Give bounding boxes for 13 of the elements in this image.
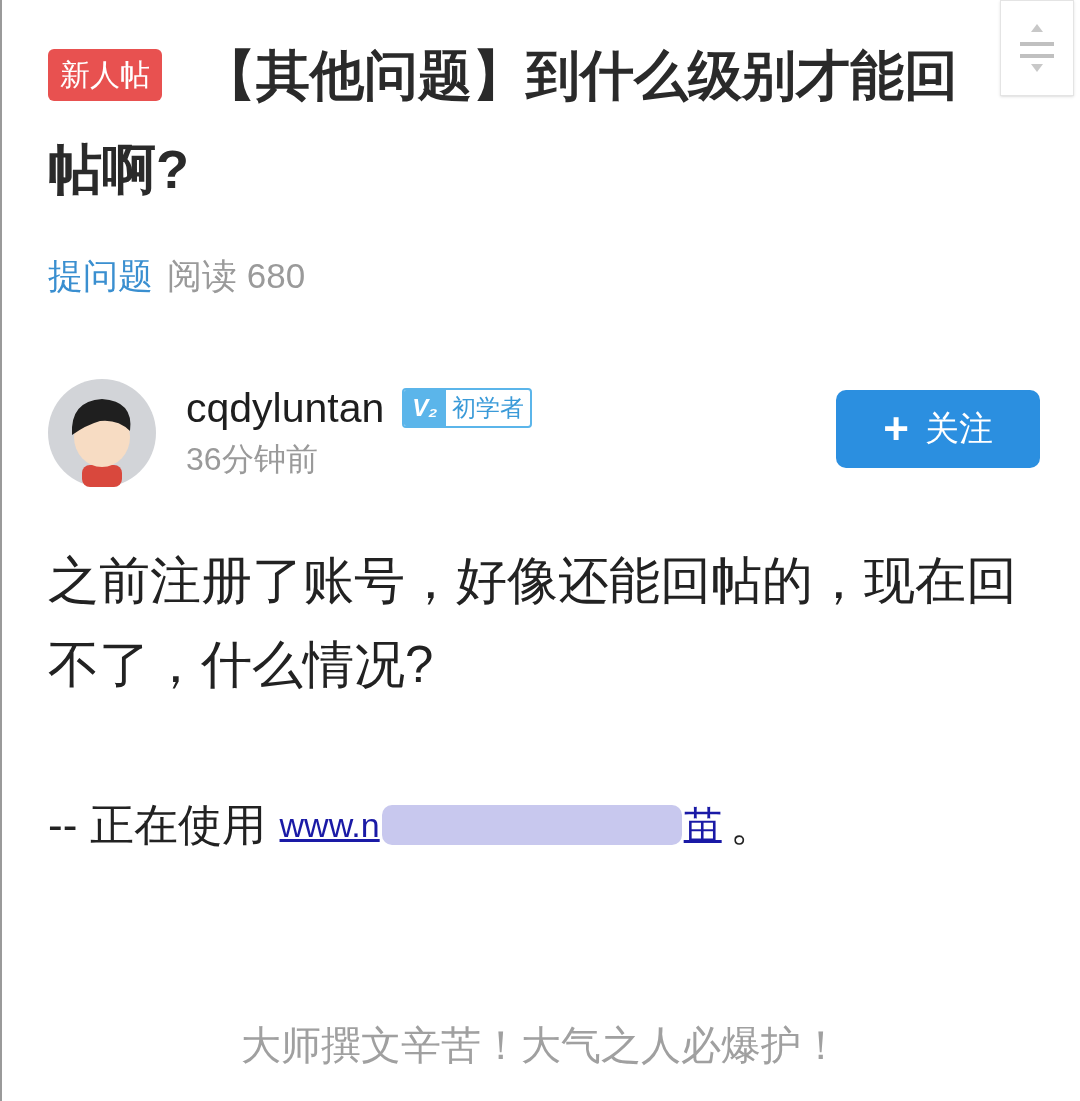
footer-message: 大师撰文辛苦！大气之人必爆护！ — [240, 1022, 842, 1069]
scroll-control[interactable] — [1000, 0, 1074, 96]
post-title: 帖啊? — [48, 138, 190, 201]
username[interactable]: cqdyluntan — [186, 381, 385, 434]
signature-text: -- 正在使用 — [48, 798, 266, 851]
new-post-badge: 新人帖 — [48, 49, 162, 101]
level-badge: V₂ 初学者 — [402, 387, 532, 428]
post-body: 之前注册了账号，好像还能回帖的，现在回不了，什么情况? — [48, 550, 1018, 695]
post-time: 36分钟前 — [186, 439, 319, 479]
signature-link[interactable]: www.n 苗 — [279, 782, 722, 867]
post-title: 【其他问题】到什么级别才能回 — [202, 44, 958, 107]
view-count: 阅读 680 — [167, 255, 306, 297]
signature-period: 。 — [729, 798, 774, 851]
